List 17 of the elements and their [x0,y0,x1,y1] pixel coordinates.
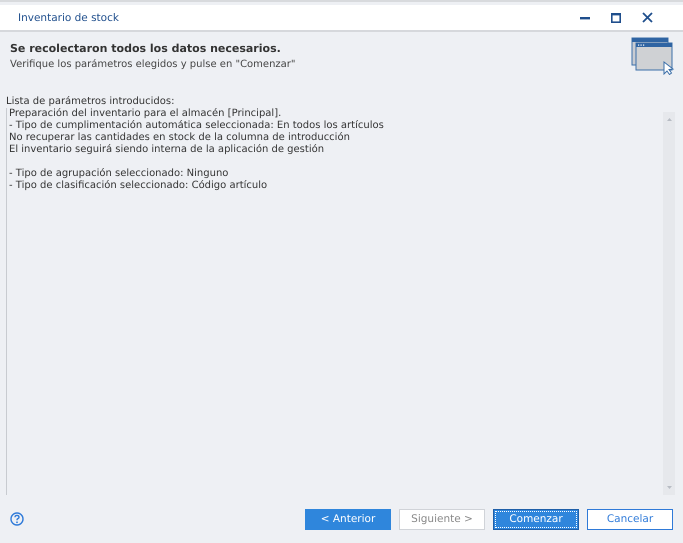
help-icon[interactable] [10,512,24,526]
summary-line: - Tipo de agrupación seleccionado: Ninguno [9,168,230,180]
summary-line: - Tipo de cumplimentación automática seleccionada: En todos los artículos [9,120,385,132]
windows-cursor-icon [631,37,675,75]
header-subtitle: Verifique los parámetros elegidos y pulse en "Comenzar" [10,59,296,70]
summary-line: Preparación del inventario para el almacén [Principal]. [9,108,282,120]
wizard-button[interactable]: < Anterior [305,508,391,530]
header-title: Se recolectaron todos los datos necesarios. [10,42,282,55]
summary-line: El inventario seguirá siendo interna de la aplicación de gestión [9,144,326,156]
window-title: Inventario de stock [18,12,119,24]
close-icon[interactable] [642,12,653,23]
summary-label: Lista de parámetros introducidos: [6,96,176,108]
summary-line: - Tipo de clasificación seleccionado: Código artículo [9,180,268,192]
wizard-button[interactable]: Comenzar [493,508,579,530]
summary-line: No recuperar las cantidades en stock de la columna de introducción [9,132,351,144]
maximize-icon[interactable] [611,12,621,22]
wizard-button[interactable]: Cancelar [587,508,673,530]
